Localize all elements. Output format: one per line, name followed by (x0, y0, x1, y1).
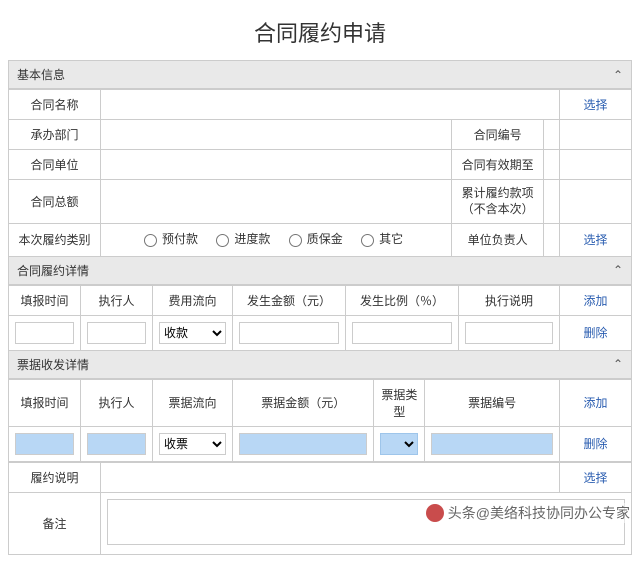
blank-cell (560, 150, 632, 180)
section-perform-header[interactable]: 合同履约详情 ⌃ (8, 257, 632, 285)
label-remark: 备注 (9, 492, 101, 554)
perform-h-flow: 费用流向 (153, 285, 233, 315)
value-accum (544, 180, 560, 224)
label-accum: 累计履约款项（不含本次） (452, 180, 544, 224)
invoice-h-flow: 票据流向 (153, 379, 233, 426)
invoice-h-type: 票据类型 (374, 379, 425, 426)
invoice-del-link[interactable]: 删除 (583, 437, 607, 451)
label-valid-until: 合同有效期至 (452, 150, 544, 180)
radio-quality[interactable]: 质保金 (284, 230, 343, 247)
invoice-no-input[interactable] (431, 433, 553, 455)
chevron-up-icon: ⌃ (613, 357, 623, 371)
chevron-up-icon: ⌃ (613, 68, 623, 82)
value-unit-owner (544, 224, 560, 257)
section-invoice-title: 票据收发详情 (17, 356, 89, 373)
perform-h-exec: 执行人 (81, 285, 153, 315)
select-owner-link[interactable]: 选择 (583, 233, 607, 247)
label-contract-no: 合同编号 (452, 120, 544, 150)
perform-time-input[interactable] (15, 322, 74, 344)
label-perform-note: 履约说明 (9, 462, 101, 492)
select-contract-link[interactable]: 选择 (583, 98, 607, 112)
label-category: 本次履约类别 (9, 224, 101, 257)
perform-table: 填报时间 执行人 费用流向 发生金额（元） 发生比例（％） 执行说明 添加 收款… (8, 285, 632, 351)
blank-cell (560, 120, 632, 150)
invoice-time-input[interactable] (15, 433, 74, 455)
label-total: 合同总额 (9, 180, 101, 224)
perform-row: 收款 删除 (9, 315, 632, 350)
invoice-type-select[interactable] (380, 433, 418, 455)
watermark-text: 头条@美络科技协同办公专家 (448, 503, 630, 523)
perform-h-amount: 发生金额（元） (233, 285, 346, 315)
avatar-icon (426, 504, 444, 522)
label-dept: 承办部门 (9, 120, 101, 150)
perform-h-ratio: 发生比例（％） (346, 285, 459, 315)
value-total (101, 180, 452, 224)
section-perform-title: 合同履约详情 (17, 262, 89, 279)
invoice-exec-input[interactable] (87, 433, 146, 455)
watermark: 头条@美络科技协同办公专家 (426, 503, 630, 523)
blank-cell (560, 180, 632, 224)
invoice-flow-select[interactable]: 收票 (159, 433, 226, 455)
label-unit: 合同单位 (9, 150, 101, 180)
select-note-link[interactable]: 选择 (583, 471, 607, 485)
perform-add-link[interactable]: 添加 (583, 294, 607, 308)
value-unit (101, 150, 452, 180)
section-invoice-header[interactable]: 票据收发详情 ⌃ (8, 351, 632, 379)
invoice-h-time: 填报时间 (9, 379, 81, 426)
page-title: 合同履约申请 (8, 16, 632, 48)
perform-h-time: 填报时间 (9, 285, 81, 315)
basic-table: 合同名称 选择 承办部门 合同编号 合同单位 合同有效期至 合同总额 累计履约款… (8, 89, 632, 257)
invoice-row: 收票 删除 (9, 426, 632, 461)
section-basic-header[interactable]: 基本信息 ⌃ (8, 60, 632, 89)
label-unit-owner: 单位负责人 (452, 224, 544, 257)
perform-exec-input[interactable] (87, 322, 146, 344)
category-radios: 预付款 进度款 质保金 其它 (101, 224, 452, 257)
radio-progress[interactable]: 进度款 (211, 230, 270, 247)
perform-note-input[interactable] (465, 322, 553, 344)
invoice-table: 填报时间 执行人 票据流向 票据金额（元） 票据类型 票据编号 添加 收票 删除 (8, 379, 632, 462)
radio-other[interactable]: 其它 (356, 230, 403, 247)
invoice-h-amount: 票据金额（元） (233, 379, 374, 426)
radio-prepay[interactable]: 预付款 (139, 230, 198, 247)
perform-del-link[interactable]: 删除 (583, 326, 607, 340)
value-perform-note (101, 462, 560, 492)
value-dept (101, 120, 452, 150)
invoice-amount-input[interactable] (239, 433, 367, 455)
section-basic-title: 基本信息 (17, 66, 65, 83)
value-valid-until (544, 150, 560, 180)
label-contract-name: 合同名称 (9, 90, 101, 120)
perform-ratio-input[interactable] (352, 322, 452, 344)
invoice-h-no: 票据编号 (425, 379, 560, 426)
remark-cell (101, 492, 632, 554)
perform-flow-select[interactable]: 收款 (159, 322, 226, 344)
value-contract-no (544, 120, 560, 150)
chevron-up-icon: ⌃ (613, 263, 623, 277)
invoice-add-link[interactable]: 添加 (583, 396, 607, 410)
value-contract-name (101, 90, 560, 120)
perform-h-note: 执行说明 (459, 285, 560, 315)
invoice-h-exec: 执行人 (81, 379, 153, 426)
perform-amount-input[interactable] (239, 322, 339, 344)
